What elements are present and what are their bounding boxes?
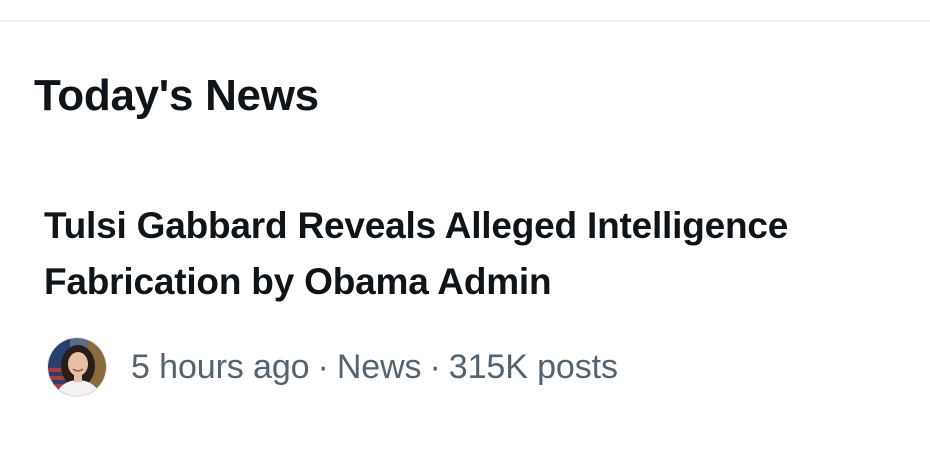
news-category: News xyxy=(336,347,422,386)
trending-news-item[interactable]: Tulsi Gabbard Reveals Alleged Intelligen… xyxy=(0,190,930,420)
meta-separator: · xyxy=(317,347,329,386)
section-title: Today's News xyxy=(34,71,319,120)
post-count: 315K posts xyxy=(448,347,618,386)
news-headline[interactable]: Tulsi Gabbard Reveals Alleged Intelligen… xyxy=(44,198,914,310)
person-avatar-icon xyxy=(47,337,107,397)
meta-separator: · xyxy=(429,347,441,386)
top-divider xyxy=(0,20,930,22)
post-time: 5 hours ago xyxy=(131,347,310,386)
news-meta: 5 hours ago · News · 315K posts xyxy=(47,337,618,397)
